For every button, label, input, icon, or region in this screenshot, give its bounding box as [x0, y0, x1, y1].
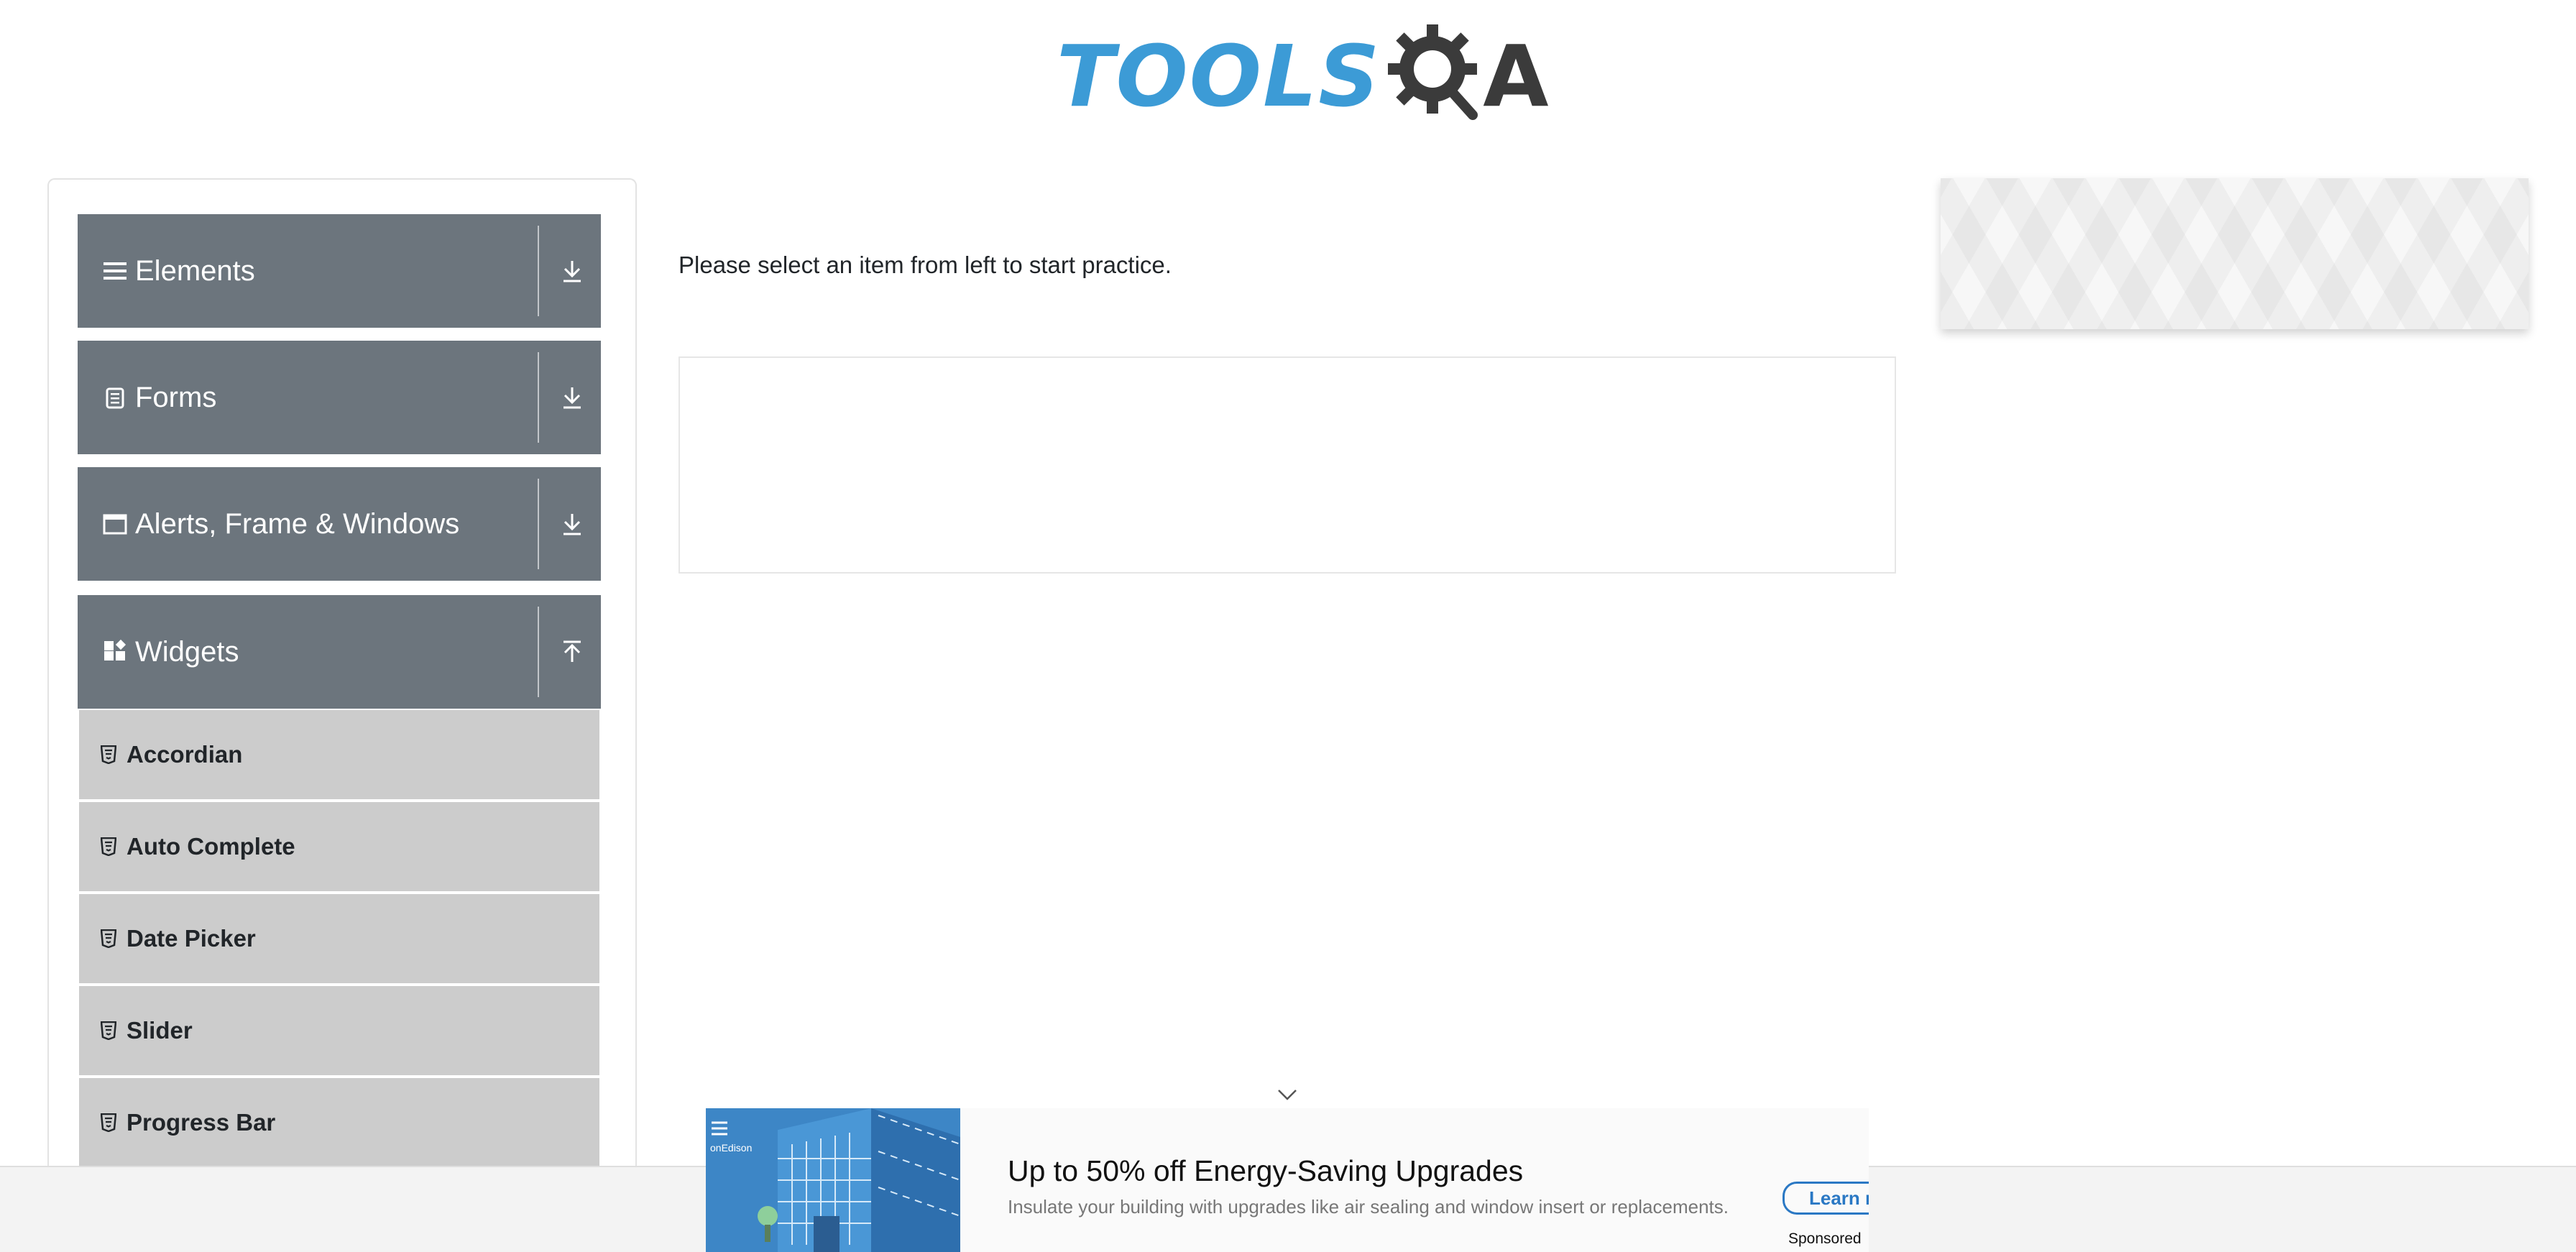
sidebar-item-accordian[interactable]: Accordian — [79, 710, 599, 799]
sidebar-group-label: Elements — [135, 254, 255, 287]
svg-text:onEdison: onEdison — [710, 1142, 752, 1154]
download-arrow-icon[interactable] — [556, 255, 588, 287]
toolsqa-logo[interactable]: TOOLS A — [1057, 19, 1549, 134]
html5-icon — [100, 1113, 117, 1133]
sidebar-group-alerts-frame-windows[interactable]: Alerts, Frame & Windows — [78, 467, 601, 581]
sidebar-item-label: Date Picker — [126, 925, 256, 952]
ad-title[interactable]: Up to 50% off Energy-Saving Upgrades — [1008, 1154, 1523, 1188]
learn-more-button[interactable]: Learn m — [1782, 1182, 1869, 1215]
html5-icon — [100, 837, 117, 857]
ad-subtitle: Insulate your building with upgrades lik… — [1008, 1196, 1729, 1218]
download-arrow-icon[interactable] — [556, 508, 588, 540]
sidebar-group-label: Widgets — [135, 635, 239, 668]
sidebar-group-elements[interactable]: Elements — [78, 214, 601, 328]
sidebar-item-progress-bar[interactable]: Progress Bar — [79, 1078, 599, 1167]
practice-prompt: Please select an item from left to start… — [678, 252, 1172, 278]
sidebar-item-date-picker[interactable]: Date Picker — [79, 894, 599, 983]
download-arrow-icon[interactable] — [556, 382, 588, 413]
sidebar-item-label: Slider — [126, 1017, 193, 1044]
sidebar-group-label: Alerts, Frame & Windows — [135, 507, 460, 540]
divider — [538, 226, 539, 316]
sidebar-item-slider[interactable]: Slider — [79, 986, 599, 1075]
page: TOOLS A Elements Forms Alerts, Frame & W… — [0, 0, 2576, 1252]
divider — [538, 607, 539, 697]
sidebar-group-forms[interactable]: Forms — [78, 341, 601, 454]
ad-placeholder[interactable] — [1941, 178, 2529, 329]
divider — [538, 352, 539, 443]
gear-magnifier-icon — [1385, 19, 1493, 134]
sidebar-item-label: Auto Complete — [126, 833, 295, 860]
widgets-icon — [102, 639, 128, 665]
sidebar-item-label: Progress Bar — [126, 1109, 276, 1136]
content-area — [678, 356, 1896, 574]
divider — [538, 479, 539, 569]
html5-icon — [100, 929, 117, 949]
document-icon — [102, 385, 128, 410]
sidebar-group-widgets[interactable]: Widgets — [78, 595, 601, 709]
sponsored-label: Sponsored — [1788, 1230, 1862, 1247]
hamburger-icon — [102, 258, 128, 284]
html5-icon — [100, 1021, 117, 1041]
building-illustration[interactable]: onEdison — [706, 1108, 960, 1252]
sidebar-group-label: Forms — [135, 381, 217, 413]
chevron-down-icon[interactable] — [1276, 1084, 1298, 1105]
upload-arrow-icon[interactable] — [556, 636, 588, 668]
logo-tools-text: TOOLS — [1057, 27, 1381, 126]
sidebar-item-auto-complete[interactable]: Auto Complete — [79, 802, 599, 891]
sidebar-item-label: Accordian — [126, 741, 243, 768]
window-icon — [102, 511, 128, 537]
bottom-ad-banner[interactable]: onEdison Up to 50% off Energy-Saving Upg… — [706, 1108, 1869, 1252]
html5-icon — [100, 745, 117, 765]
